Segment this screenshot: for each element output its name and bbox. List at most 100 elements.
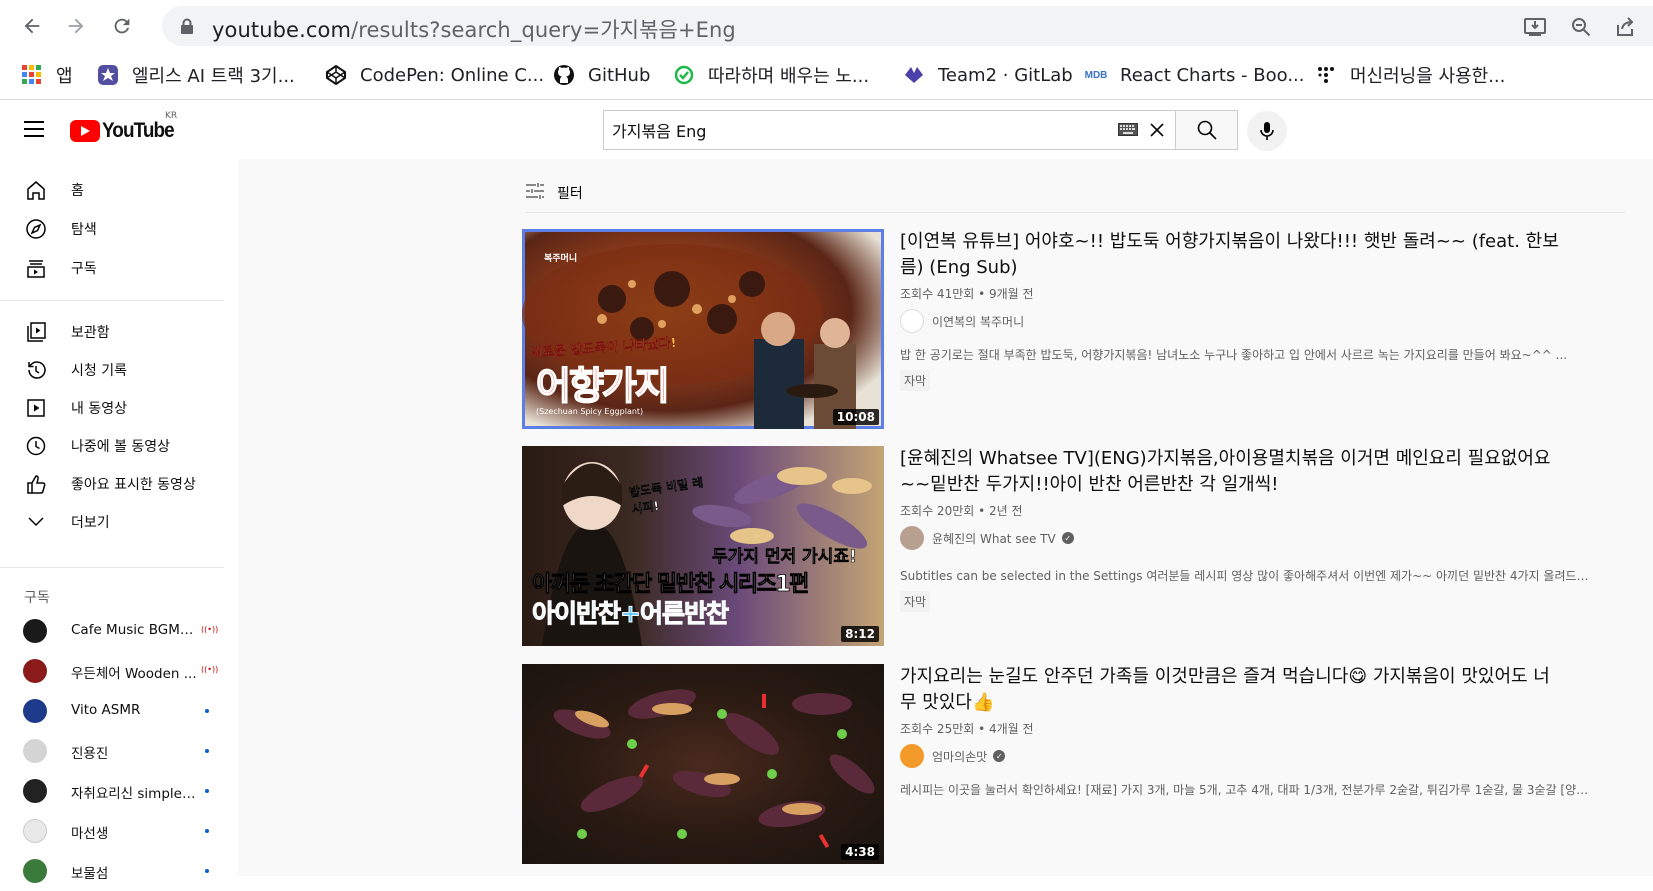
- subscription-label: 마선생: [71, 826, 109, 842]
- install-app-button[interactable]: [1522, 16, 1548, 38]
- share-button[interactable]: [1612, 16, 1638, 38]
- subscription-item[interactable]: Cafe Music BGM c... ((•)): [0, 611, 238, 651]
- forward-arrow-icon: [68, 18, 84, 34]
- sidebar-item-home[interactable]: 홈: [0, 170, 238, 210]
- live-icon: ((•)): [201, 665, 219, 674]
- codepen-icon: [324, 63, 348, 87]
- youtube-logo[interactable]: YouTube: [70, 119, 182, 143]
- subscription-label: 보물섬: [71, 866, 109, 882]
- subscription-item[interactable]: 우든체어 Wooden ... ((•)): [0, 651, 238, 691]
- subscriptions-icon: [24, 256, 48, 280]
- bookmark-label: 앱: [56, 66, 73, 87]
- url-text: youtube.com/results?search_query=가지볶음+En…: [212, 14, 736, 44]
- video-result[interactable]: 4:38 가지요리는 눈길도 안주던 가족들 이것만큼은 즐겨 먹습니다😋 가지…: [522, 664, 1652, 866]
- sidebar-divider: [0, 300, 224, 301]
- sidebar-item-history[interactable]: 시청 기록: [0, 350, 238, 390]
- bookmark-codepen[interactable]: CodePen: Online C...: [324, 60, 544, 90]
- video-result[interactable]: 복주머니 새로운 밥도둑이 나타났다! 어향가지 (Szechuan Spicy…: [522, 229, 1652, 431]
- video-thumbnail[interactable]: 복주머니 새로운 밥도둑이 나타났다! 어향가지 (Szechuan Spicy…: [522, 229, 884, 429]
- sidebar-item-show-more[interactable]: 더보기: [0, 502, 238, 542]
- bookmark-label: 엘리스 AI 트랙 3기...: [132, 66, 295, 87]
- sidebar-item-watch-later[interactable]: 나중에 볼 동영상: [0, 426, 238, 466]
- sidebar: 홈 탐색 구독 보관함 시청 기록 내 동영상 나중에 볼 동영상 좋아요 표시…: [0, 159, 238, 883]
- channel-name: 엄마의손맛: [932, 749, 988, 764]
- subscription-item[interactable]: 진용진: [0, 731, 238, 771]
- bookmark-label: GitHub: [588, 64, 651, 86]
- bookmark-label: Team2 · GitLab: [938, 64, 1073, 86]
- channel-avatar: [23, 819, 47, 843]
- menu-icon[interactable]: [24, 121, 44, 137]
- reload-icon: [114, 18, 130, 34]
- address-bar[interactable]: youtube.com/results?search_query=가지볶음+En…: [162, 6, 1653, 46]
- channel-link[interactable]: 이연복의 복주머니: [900, 309, 1024, 333]
- video-title[interactable]: [이연복 유튜브] 어야호~!! 밥도둑 어향가지볶음이 나왔다!!! 햇반 돌…: [900, 229, 1565, 281]
- reload-button[interactable]: [106, 10, 138, 42]
- new-content-dot: [205, 869, 209, 873]
- keyboard-icon[interactable]: [1118, 123, 1138, 136]
- video-title[interactable]: [윤혜진의 Whatsee TV](ENG)가지볶음,아이용멸치볶음 이거면 메…: [900, 446, 1565, 498]
- subscription-label: Vito ASMR: [71, 702, 141, 718]
- channel-link[interactable]: 윤혜진의 What see TV ✓: [900, 526, 1074, 550]
- video-description: Subtitles can be selected in the Setting…: [900, 569, 1590, 583]
- watch-later-icon: [24, 434, 48, 458]
- search-button[interactable]: [1175, 110, 1238, 150]
- search-box: [603, 110, 1176, 150]
- clear-search-button[interactable]: [1146, 119, 1168, 141]
- sidebar-item-label: 구독: [71, 261, 97, 277]
- channel-avatar: [900, 526, 924, 550]
- sidebar-item-explore[interactable]: 탐색: [0, 209, 238, 249]
- sidebar-item-label: 탐색: [71, 222, 97, 238]
- bookmark-elice[interactable]: 엘리스 AI 트랙 3기...: [96, 60, 295, 90]
- subscription-item[interactable]: Vito ASMR: [0, 691, 238, 731]
- thumbnail-subheadline: 두가지 먼저 가시죠!: [712, 547, 857, 568]
- sidebar-item-liked[interactable]: 좋아요 표시한 동영상: [0, 464, 238, 504]
- filter-button[interactable]: 필터: [557, 183, 583, 203]
- logo-text: YouTube: [102, 119, 175, 142]
- bookmark-apps[interactable]: 앱: [20, 60, 73, 90]
- region-code: KR: [165, 111, 178, 121]
- tensorflow-icon: [1314, 63, 1338, 87]
- sidebar-divider: [0, 567, 224, 568]
- subtitles-badge: 자막: [900, 370, 931, 391]
- mdb-icon: MDB: [1084, 69, 1108, 81]
- video-description: 밥 한 공기로는 절대 부족한 밥도둑, 어향가지볶음! 남녀노소 누구나 좋아…: [900, 348, 1568, 362]
- bookmark-course[interactable]: 따라하며 배우는 노...: [672, 60, 869, 90]
- filter-bar: 필터: [525, 173, 1625, 213]
- video-thumbnail[interactable]: 4:38: [522, 664, 884, 864]
- forward-button[interactable]: [60, 10, 92, 42]
- subscription-label: 자취요리신 simple ...: [71, 786, 197, 802]
- channel-link[interactable]: 엄마의손맛 ✓: [900, 744, 1006, 768]
- video-description: 레시피는 이곳을 눌러서 확인하세요! [재료] 가지 3개, 마늘 5개, 고…: [900, 783, 1590, 797]
- sidebar-item-label: 좋아요 표시한 동영상: [71, 477, 196, 493]
- video-thumbnail[interactable]: 밥도둑 비밀 레시피! 두가지 먼저 가시죠! 아껴둔 초간단 밑반찬 시리즈1…: [522, 446, 884, 646]
- voice-search-button[interactable]: [1247, 111, 1287, 151]
- share-icon: [1617, 17, 1634, 36]
- search-input[interactable]: [604, 111, 1074, 149]
- sidebar-item-label: 더보기: [71, 515, 110, 531]
- back-arrow-icon: [24, 18, 40, 34]
- sidebar-item-your-videos[interactable]: 내 동영상: [0, 388, 238, 428]
- zoom-button[interactable]: [1568, 16, 1594, 38]
- lock-icon: [181, 18, 193, 34]
- subscription-item[interactable]: 보물섬: [0, 851, 238, 891]
- url-domain: youtube.com: [212, 18, 352, 42]
- bookmark-github[interactable]: GitHub: [552, 60, 650, 90]
- subscription-item[interactable]: 마선생: [0, 811, 238, 851]
- subscription-label: Cafe Music BGM c...: [71, 622, 197, 638]
- bookmark-mdb[interactable]: MDB React Charts - Boo...: [1084, 60, 1305, 90]
- your-videos-icon: [24, 396, 48, 420]
- subscription-item[interactable]: 자취요리신 simple ...: [0, 771, 238, 811]
- bookmark-label: 머신러닝을 사용한...: [1350, 66, 1506, 87]
- back-button[interactable]: [16, 10, 48, 42]
- video-title[interactable]: 가지요리는 눈길도 안주던 가족들 이것만큼은 즐겨 먹습니다😋 가지볶음이 맛…: [900, 664, 1565, 716]
- bookmark-gitlab[interactable]: Team2 · GitLab: [902, 60, 1073, 90]
- subscription-label: 우든체어 Wooden ...: [71, 666, 197, 682]
- course-icon: [672, 63, 696, 87]
- sidebar-item-subscriptions[interactable]: 구독: [0, 248, 238, 288]
- sidebar-item-library[interactable]: 보관함: [0, 312, 238, 352]
- bookmark-tensorflow[interactable]: 머신러닝을 사용한...: [1314, 60, 1505, 90]
- video-result[interactable]: 밥도둑 비밀 레시피! 두가지 먼저 가시죠! 아껴둔 초간단 밑반찬 시리즈1…: [522, 446, 1652, 648]
- filter-icon[interactable]: [525, 181, 545, 201]
- channel-avatar: [900, 744, 924, 768]
- sidebar-item-label: 나중에 볼 동영상: [71, 439, 171, 455]
